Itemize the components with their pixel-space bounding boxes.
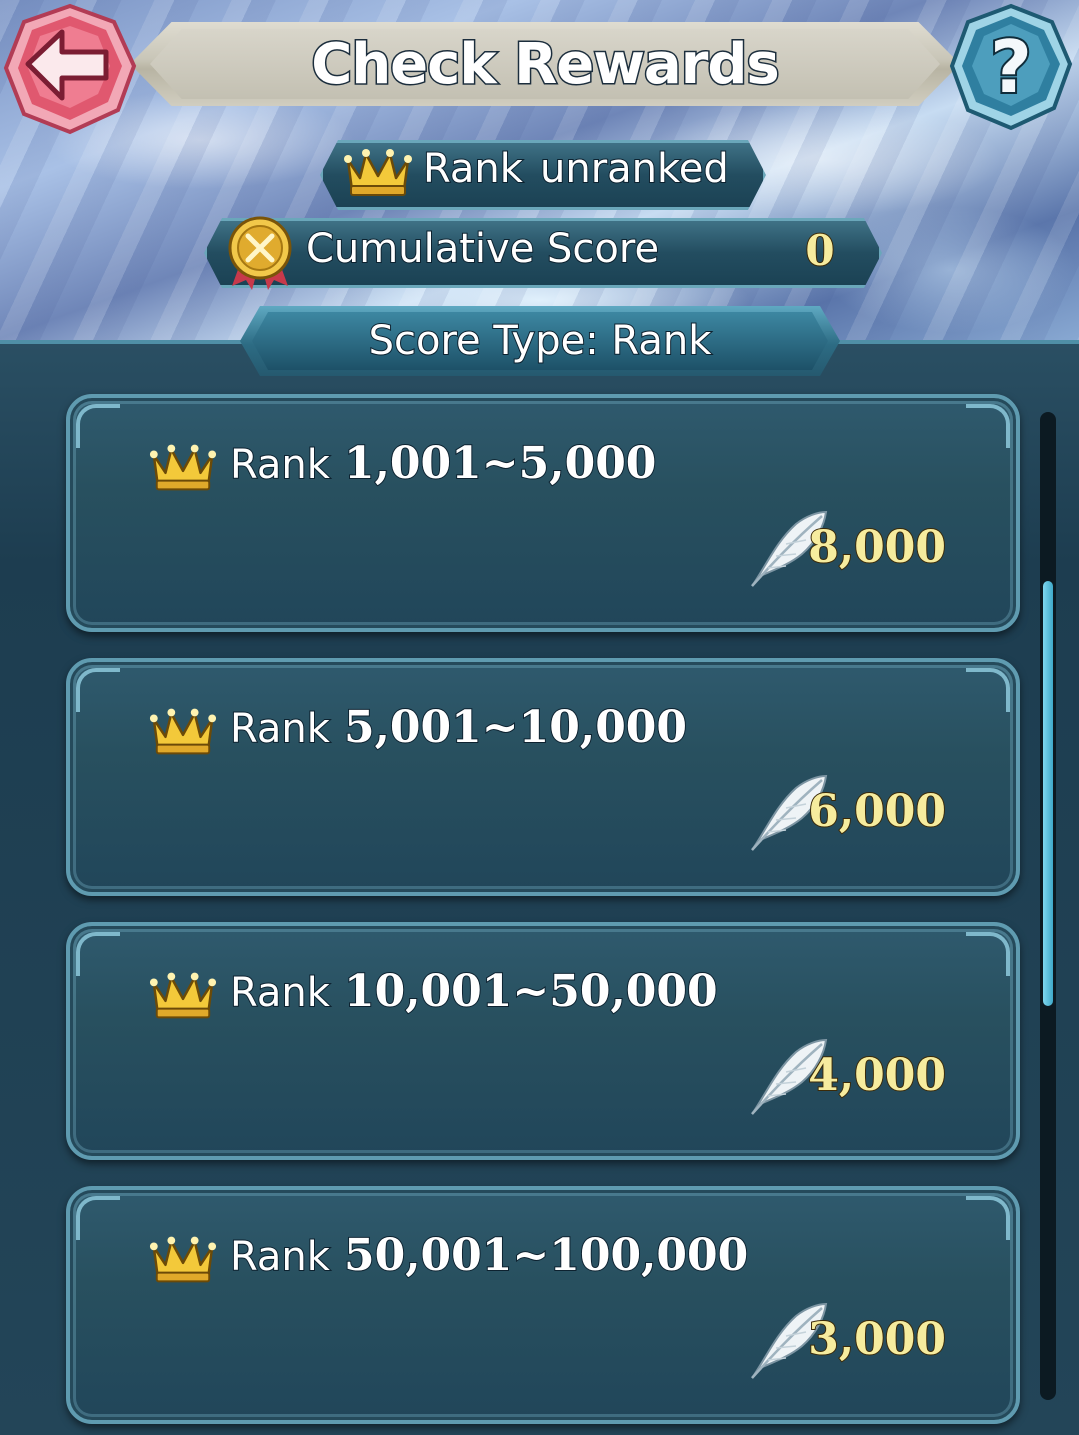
reward-rank-label: Rank [229,969,331,1017]
reward-amount: 3,000 [807,1313,947,1366]
reward-card: Rank 50,001~100,000 3,000 [66,1186,1020,1424]
reward-rank-label: Rank [229,705,331,753]
cumulative-score-label: Cumulative Score [305,225,660,273]
crown-icon [344,149,412,196]
reward-rank-label: Rank [229,441,331,489]
reward-amount: 8,000 [807,521,947,574]
rank-status-value: unranked [539,145,730,193]
score-type-tab[interactable]: Score Type: Rank [252,312,828,370]
scrollbar-thumb[interactable] [1043,581,1053,1006]
score-medal-icon [228,216,292,290]
page-title: Check Rewards [310,30,782,98]
help-button[interactable]: ? [946,2,1076,132]
back-arrow-icon [3,3,137,135]
back-button[interactable] [2,2,138,138]
crown-icon [149,444,217,491]
reward-amount: 6,000 [807,785,947,838]
reward-rank-range: 5,001~10,000 [343,701,688,754]
reward-amount: 4,000 [807,1049,947,1102]
crown-icon [149,708,217,755]
reward-rank-range: 10,001~50,000 [343,965,719,1018]
cumulative-score-value: 0 [804,225,835,276]
help-icon: ? [990,25,1032,109]
crown-icon [149,972,217,1019]
reward-rank-range: 50,001~100,000 [343,1229,749,1282]
reward-card: Rank 1,001~5,000 8,000 [66,394,1020,632]
reward-card: Rank 5,001~10,000 6,000 [66,658,1020,896]
reward-card: Rank 10,001~50,000 4,000 [66,922,1020,1160]
crown-icon [149,1236,217,1283]
rank-status-label: Rank [422,145,524,193]
reward-rank-range: 1,001~5,000 [343,437,657,490]
reward-rank-label: Rank [229,1233,331,1281]
